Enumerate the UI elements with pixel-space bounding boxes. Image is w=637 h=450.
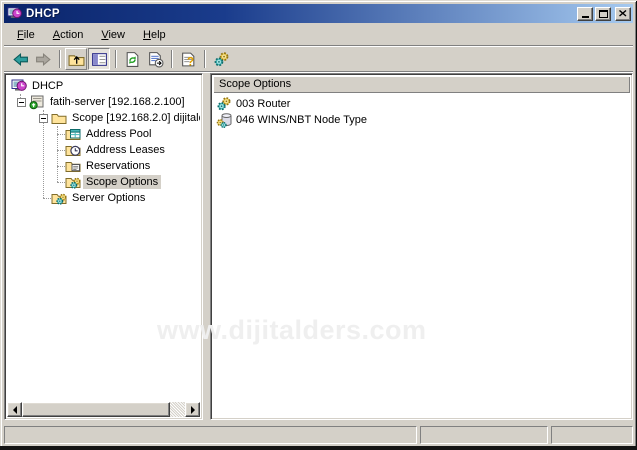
back-button[interactable]: [9, 48, 31, 70]
menu-view[interactable]: View: [92, 26, 134, 44]
tree-item-dhcp-root: DHCP: [7, 78, 200, 94]
scroll-left-button[interactable]: [7, 402, 22, 417]
tree-item-address-pool: Address Pool: [7, 126, 200, 142]
maximize-icon: [599, 10, 608, 18]
tree-connector: [57, 142, 65, 151]
status-section-2: [420, 426, 548, 444]
folder-icon: [51, 110, 67, 126]
close-button[interactable]: [615, 7, 631, 21]
scrollbar-track[interactable]: [170, 402, 185, 417]
status-section-main: [4, 426, 417, 444]
scroll-left-icon: [9, 406, 17, 414]
toolbar-separator: [59, 50, 61, 68]
tree-label[interactable]: Address Pool: [83, 127, 154, 141]
address-pool-icon: [65, 126, 81, 142]
menu-file[interactable]: File: [8, 26, 44, 44]
collapse-icon: [39, 114, 48, 123]
list-item-router[interactable]: 003 Router: [213, 96, 630, 112]
toolbar-separator: [171, 50, 173, 68]
pane-splitter[interactable]: [203, 73, 210, 420]
status-bar: [4, 424, 633, 444]
up-one-level-button[interactable]: [65, 48, 87, 70]
minimize-icon: [582, 16, 589, 18]
tree-connector: [57, 126, 65, 135]
help-button[interactable]: [177, 48, 199, 70]
database-gears-icon: [216, 112, 232, 128]
tree-connector: [43, 190, 51, 199]
options-folder-icon: [51, 190, 67, 206]
scrollbar-thumb[interactable]: [22, 402, 170, 417]
column-header-scope-options[interactable]: Scope Options: [213, 76, 630, 93]
results-pane: Scope Options 003 Router 046 WINS/NBT No…: [210, 73, 633, 420]
console-tree: DHCP fatih-server [192.168.2.100] Scope …: [7, 76, 200, 402]
list-item-label: 003 Router: [236, 98, 290, 110]
scroll-right-icon: [191, 406, 199, 414]
toolbar-separator: [204, 50, 206, 68]
address-leases-icon: [65, 142, 81, 158]
menu-action[interactable]: Action: [44, 26, 93, 44]
expander[interactable]: [13, 94, 29, 110]
refresh-icon: [124, 51, 141, 68]
up-folder-icon: [68, 51, 85, 68]
collapse-icon: [17, 98, 26, 107]
expander[interactable]: [35, 110, 51, 126]
show-hide-console-tree-button[interactable]: [88, 48, 110, 70]
tree-label[interactable]: Reservations: [83, 159, 153, 173]
help-icon: [180, 51, 197, 68]
dhcp-console-icon: [11, 78, 27, 94]
scroll-right-button[interactable]: [185, 402, 200, 417]
options-list: 003 Router 046 WINS/NBT Node Type: [213, 96, 630, 128]
minimize-button[interactable]: [577, 7, 593, 21]
tree-label[interactable]: fatih-server [192.168.2.100]: [47, 95, 188, 109]
list-item-label: 046 WINS/NBT Node Type: [236, 114, 367, 126]
tree-item-scope: Scope [192.168.2.0] dijitald: [7, 110, 200, 126]
reservations-icon: [65, 158, 81, 174]
content-area: DHCP fatih-server [192.168.2.100] Scope …: [4, 73, 633, 420]
window-title: DHCP: [26, 8, 575, 20]
export-list-button[interactable]: [144, 48, 166, 70]
export-list-icon: [147, 51, 164, 68]
window-bottom-edge: [0, 446, 637, 450]
gears-icon: [213, 51, 230, 68]
tree-item-scope-options: Scope Options: [7, 174, 200, 190]
tree-connector: [57, 174, 65, 183]
toolbar-separator: [115, 50, 117, 68]
menu-bar: File Action View Help: [4, 25, 633, 46]
tree-item-server-options: Server Options: [7, 190, 200, 206]
toolbar: [4, 47, 633, 72]
dhcp-console-window: DHCP File Action View Help: [0, 0, 637, 450]
status-section-3: [551, 426, 633, 444]
options-folder-icon: [65, 174, 81, 190]
list-item-wins-nbt[interactable]: 046 WINS/NBT Node Type: [213, 112, 630, 128]
forward-button[interactable]: [32, 48, 54, 70]
title-bar[interactable]: DHCP: [4, 4, 633, 23]
tree-label[interactable]: DHCP: [29, 79, 66, 93]
back-arrow-icon: [12, 51, 29, 68]
server-icon: [29, 94, 45, 110]
tree-label[interactable]: Scope [192.168.2.0] dijitald: [69, 111, 200, 125]
close-icon: [619, 10, 627, 17]
tree-item-reservations: Reservations: [7, 158, 200, 174]
dhcp-actions-button[interactable]: [210, 48, 232, 70]
horizontal-scrollbar[interactable]: [7, 402, 200, 417]
tree-label[interactable]: Address Leases: [83, 143, 168, 157]
forward-arrow-icon: [35, 51, 52, 68]
tree-label-selected[interactable]: Scope Options: [83, 175, 161, 189]
gears-icon: [216, 96, 232, 112]
console-tree-icon: [91, 51, 108, 68]
tree-item-server: fatih-server [192.168.2.100]: [7, 94, 200, 110]
refresh-button[interactable]: [121, 48, 143, 70]
tree-label[interactable]: Server Options: [69, 191, 148, 205]
console-tree-pane: DHCP fatih-server [192.168.2.100] Scope …: [4, 73, 203, 420]
tree-item-address-leases: Address Leases: [7, 142, 200, 158]
maximize-button[interactable]: [595, 7, 611, 21]
menu-help[interactable]: Help: [134, 26, 175, 44]
tree-connector: [57, 158, 65, 167]
dhcp-app-icon: [7, 6, 22, 21]
